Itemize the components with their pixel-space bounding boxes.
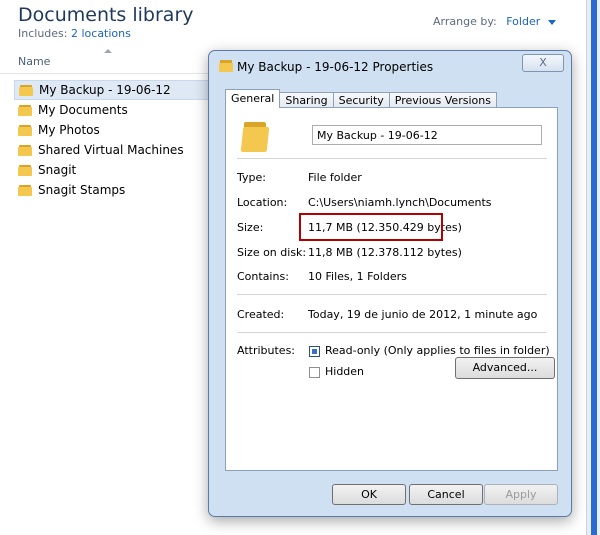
- folder-icon: [18, 124, 32, 136]
- ok-button[interactable]: OK: [332, 484, 406, 505]
- location-value: C:\Users\niamh.lynch\Documents: [308, 196, 492, 209]
- hidden-label: Hidden: [325, 365, 365, 378]
- tab-general[interactable]: General: [225, 89, 281, 108]
- file-name: My Photos: [38, 123, 100, 137]
- library-title: Documents library: [18, 4, 194, 26]
- divider: [237, 294, 547, 295]
- tab-sharing[interactable]: Sharing: [279, 92, 334, 108]
- library-includes: Includes: 2 locations: [18, 27, 131, 40]
- type-value: File folder: [308, 171, 362, 184]
- advanced-button[interactable]: Advanced...: [455, 357, 555, 379]
- list-item[interactable]: My Documents: [14, 100, 214, 120]
- file-name: My Backup - 19-06-12: [39, 83, 171, 97]
- folder-icon: [240, 122, 270, 152]
- readonly-checkbox[interactable]: [309, 346, 320, 357]
- attributes-label: Attributes:: [237, 344, 296, 357]
- list-item[interactable]: Snagit: [14, 160, 214, 180]
- size-label: Size:: [237, 221, 264, 234]
- type-label: Type:: [237, 171, 266, 184]
- folder-icon: [18, 144, 32, 156]
- location-label: Location:: [237, 196, 288, 209]
- properties-dialog: My Backup - 19-06-12 Properties X Genera…: [208, 50, 572, 517]
- list-item[interactable]: My Backup - 19-06-12: [14, 80, 214, 100]
- created-label: Created:: [237, 308, 285, 321]
- apply-button[interactable]: Apply: [484, 484, 558, 505]
- window-edge: [586, 0, 600, 535]
- tab-previous-versions[interactable]: Previous Versions: [388, 92, 497, 108]
- tab-security[interactable]: Security: [332, 92, 390, 108]
- close-button[interactable]: X: [522, 54, 564, 72]
- file-name: Shared Virtual Machines: [38, 143, 184, 157]
- folder-name-field[interactable]: My Backup - 19-06-12: [312, 125, 542, 145]
- arrange-by-label: Arrange by:: [433, 15, 497, 28]
- created-value: Today, 19 de junio de 2012, 1 minute ago: [308, 308, 538, 321]
- divider: [237, 332, 547, 333]
- arrange-by-dropdown[interactable]: Folder: [506, 15, 540, 28]
- list-item[interactable]: My Photos: [14, 120, 214, 140]
- hidden-checkbox[interactable]: [309, 367, 320, 378]
- tab-strip: General Sharing Security Previous Versio…: [225, 89, 497, 108]
- list-item[interactable]: Shared Virtual Machines: [14, 140, 214, 160]
- includes-locations-link[interactable]: 2 locations: [71, 27, 131, 40]
- general-panel: My Backup - 19-06-12 Type: File folder L…: [225, 107, 558, 471]
- contains-label: Contains:: [237, 270, 289, 283]
- folder-icon: [19, 84, 33, 96]
- readonly-label: Read-only (Only applies to files in fold…: [325, 344, 550, 357]
- divider: [237, 158, 547, 159]
- folder-icon: [18, 104, 32, 116]
- list-item[interactable]: Snagit Stamps: [14, 180, 214, 200]
- folder-icon: [18, 164, 32, 176]
- file-name: Snagit Stamps: [38, 183, 126, 197]
- sort-up-icon: [104, 49, 112, 53]
- cancel-button[interactable]: Cancel: [409, 484, 483, 505]
- size-on-disk-value: 11,8 MB (12.378.112 bytes): [308, 246, 462, 259]
- contains-value: 10 Files, 1 Folders: [308, 270, 407, 283]
- folder-icon: [219, 60, 233, 72]
- file-list: My Backup - 19-06-12 My Documents My Pho…: [14, 80, 214, 200]
- file-name: My Documents: [38, 103, 128, 117]
- dialog-title: My Backup - 19-06-12 Properties: [237, 60, 434, 74]
- column-name-header[interactable]: Name: [18, 55, 50, 68]
- size-on-disk-label: Size on disk:: [237, 246, 307, 259]
- size-highlight-box: [299, 213, 443, 241]
- file-name: Snagit: [38, 163, 77, 177]
- folder-icon: [18, 184, 32, 196]
- chevron-down-icon[interactable]: [547, 19, 556, 25]
- includes-label: Includes:: [18, 27, 68, 40]
- arrange-by: Arrange by: Folder: [433, 15, 556, 28]
- column-header: Name: [0, 49, 215, 74]
